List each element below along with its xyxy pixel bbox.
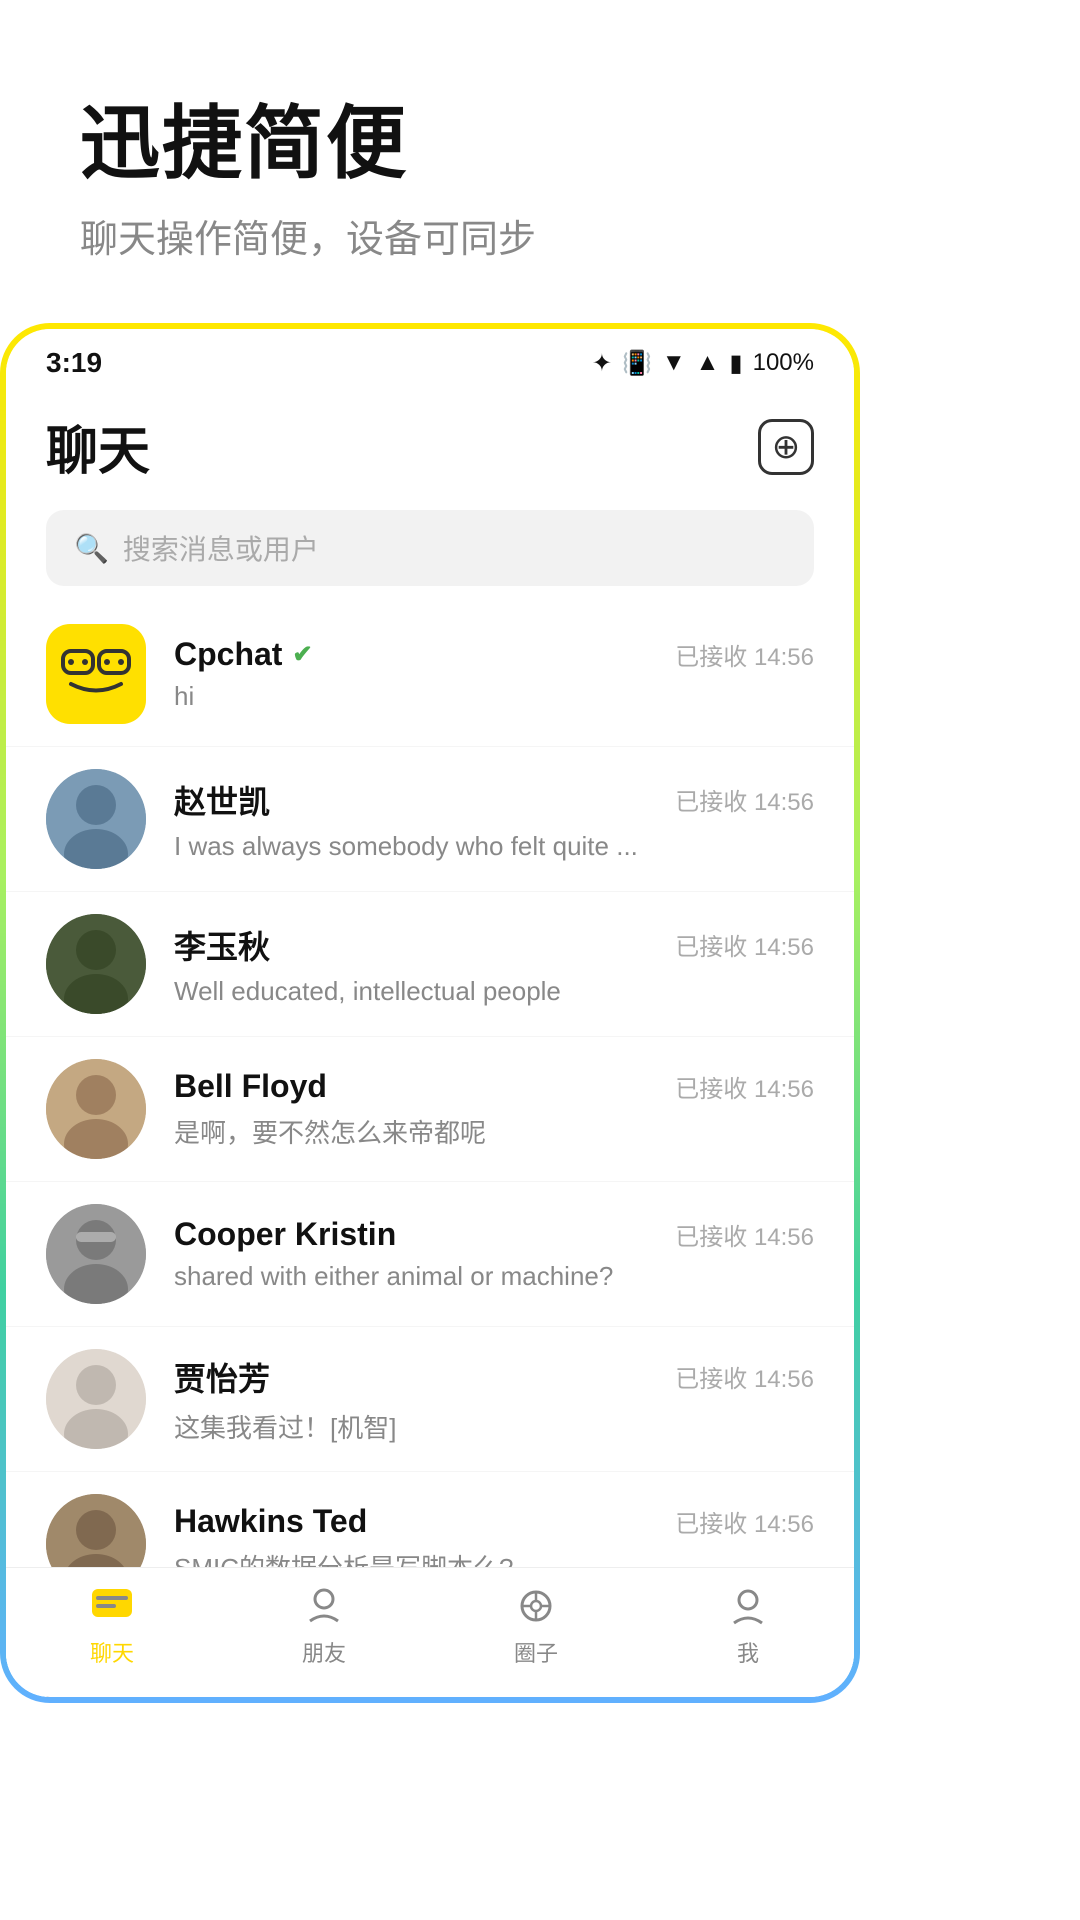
chat-name-row: Cpchat ✔ 已接收 14:56 xyxy=(174,636,814,673)
chat-name-row: Cooper Kristin 已接收 14:56 xyxy=(174,1216,814,1253)
page-header: 迅捷简便 聊天操作简便，设备可同步 xyxy=(0,0,1080,323)
avatar-bell xyxy=(46,1059,146,1159)
search-bar[interactable]: 🔍 搜索消息或用户 xyxy=(46,510,814,586)
chat-name: Hawkins Ted xyxy=(174,1503,367,1540)
nav-label-me: 我 xyxy=(737,1636,759,1668)
chat-name-row: 贾怡芳 已接收 14:56 xyxy=(174,1354,814,1400)
nav-label-circle: 圈子 xyxy=(514,1636,558,1668)
signal-icon: ▲ xyxy=(696,349,720,377)
chat-preview: 是啊，要不然怎么来帝都呢 xyxy=(174,1113,674,1150)
nav-item-circle[interactable]: 圈子 xyxy=(430,1587,642,1668)
chat-name: Cooper Kristin xyxy=(174,1216,396,1253)
chat-item-cpchat[interactable]: Cpchat ✔ 已接收 14:56 hi xyxy=(6,602,854,747)
chat-item-zhao[interactable]: 赵世凯 已接收 14:56 I was always somebody who … xyxy=(6,747,854,892)
avatar-cooper xyxy=(46,1204,146,1304)
chat-item-cooper[interactable]: Cooper Kristin 已接收 14:56 shared with eit… xyxy=(6,1182,854,1327)
chat-name: 李玉秋 xyxy=(174,922,270,968)
nav-item-friends[interactable]: 朋友 xyxy=(218,1587,430,1668)
chat-list: Cpchat ✔ 已接收 14:56 hi xyxy=(6,602,854,1703)
chat-name: 赵世凯 xyxy=(174,777,270,823)
chat-time: 已接收 14:56 xyxy=(675,927,814,962)
nav-label-chat: 聊天 xyxy=(90,1636,134,1668)
chat-screen-title: 聊天 xyxy=(46,409,150,484)
avatar-zhao xyxy=(46,769,146,869)
bottom-nav: 聊天 朋友 xyxy=(6,1567,854,1697)
circle-nav-icon xyxy=(514,1587,558,1630)
page-wrapper: 迅捷简便 聊天操作简便，设备可同步 3:19 ✦ 📳 ▼ ▲ ▮ 100% 聊天… xyxy=(0,0,1080,1703)
chat-item-jia[interactable]: 贾怡芳 已接收 14:56 这集我看过！[机智] xyxy=(6,1327,854,1472)
chat-nav-icon xyxy=(90,1587,134,1630)
chat-name: 贾怡芳 xyxy=(174,1354,270,1400)
chat-preview: hi xyxy=(174,681,674,712)
verified-badge: ✔ xyxy=(292,640,312,669)
search-input[interactable]: 搜索消息或用户 xyxy=(123,528,319,568)
chat-name-row: Bell Floyd 已接收 14:56 xyxy=(174,1068,814,1105)
chat-name: Bell Floyd xyxy=(174,1068,327,1105)
me-nav-icon xyxy=(726,1587,770,1630)
search-icon: 🔍 xyxy=(74,532,109,565)
chat-name-row: 李玉秋 已接收 14:56 xyxy=(174,922,814,968)
chat-name-row: 赵世凯 已接收 14:56 xyxy=(174,777,814,823)
chat-preview: shared with either animal or machine? xyxy=(174,1261,674,1292)
chat-preview: 这集我看过！[机智] xyxy=(174,1408,674,1445)
battery-icon: ▮ xyxy=(729,349,742,378)
chat-time: 已接收 14:56 xyxy=(675,1359,814,1394)
chat-time: 已接收 14:56 xyxy=(675,1069,814,1104)
status-bar: 3:19 ✦ 📳 ▼ ▲ ▮ 100% xyxy=(6,329,854,389)
chat-item-li[interactable]: 李玉秋 已接收 14:56 Well educated, intellectua… xyxy=(6,892,854,1037)
status-icons: ✦ 📳 ▼ ▲ ▮ 100% xyxy=(592,349,814,378)
chat-info-jia: 贾怡芳 已接收 14:56 这集我看过！[机智] xyxy=(174,1354,814,1445)
avatar-li xyxy=(46,914,146,1014)
friends-nav-icon xyxy=(302,1587,346,1630)
nav-item-chat[interactable]: 聊天 xyxy=(6,1587,218,1668)
wifi-icon: ▼ xyxy=(662,349,686,377)
nav-label-friends: 朋友 xyxy=(302,1636,346,1668)
page-title: 迅捷简便 xyxy=(80,100,1000,188)
vibrate-icon: 📳 xyxy=(622,349,652,378)
battery-percent: 100% xyxy=(753,349,814,377)
chat-info-bell: Bell Floyd 已接收 14:56 是啊，要不然怎么来帝都呢 xyxy=(174,1068,814,1150)
chat-item-bell[interactable]: Bell Floyd 已接收 14:56 是啊，要不然怎么来帝都呢 xyxy=(6,1037,854,1182)
chat-header: 聊天 ⊕ xyxy=(6,389,854,500)
chat-time: 已接收 14:56 xyxy=(675,1217,814,1252)
chat-time: 已接收 14:56 xyxy=(675,782,814,817)
chat-preview: Are we human because of unique traits an… xyxy=(174,1701,674,1704)
chat-preview: I was always somebody who felt quite ... xyxy=(174,831,674,862)
phone-frame: 3:19 ✦ 📳 ▼ ▲ ▮ 100% 聊天 ⊕ 🔍 搜索消息或用户 xyxy=(0,323,860,1703)
chat-name-row: Hawkins Ted 已接收 14:56 xyxy=(174,1503,814,1540)
chat-preview: Well educated, intellectual people xyxy=(174,976,674,1007)
chat-name: Cpchat ✔ xyxy=(174,636,313,673)
status-time: 3:19 xyxy=(46,347,102,379)
chat-info-zhao: 赵世凯 已接收 14:56 I was always somebody who … xyxy=(174,777,814,862)
chat-time: 已接收 14:56 xyxy=(675,637,814,672)
chat-info-cooper: Cooper Kristin 已接收 14:56 shared with eit… xyxy=(174,1216,814,1292)
page-subtitle: 聊天操作简便，设备可同步 xyxy=(80,208,1000,263)
bluetooth-icon: ✦ xyxy=(592,349,612,378)
plus-icon: ⊕ xyxy=(772,427,801,467)
chat-time: 已接收 14:56 xyxy=(675,1504,814,1539)
avatar-cpchat xyxy=(46,624,146,724)
nav-item-me[interactable]: 我 xyxy=(642,1587,854,1668)
chat-info-cpchat: Cpchat ✔ 已接收 14:56 hi xyxy=(174,636,814,712)
chat-info-li: 李玉秋 已接收 14:56 Well educated, intellectua… xyxy=(174,922,814,1007)
add-chat-button[interactable]: ⊕ xyxy=(758,419,814,475)
avatar-jia xyxy=(46,1349,146,1449)
